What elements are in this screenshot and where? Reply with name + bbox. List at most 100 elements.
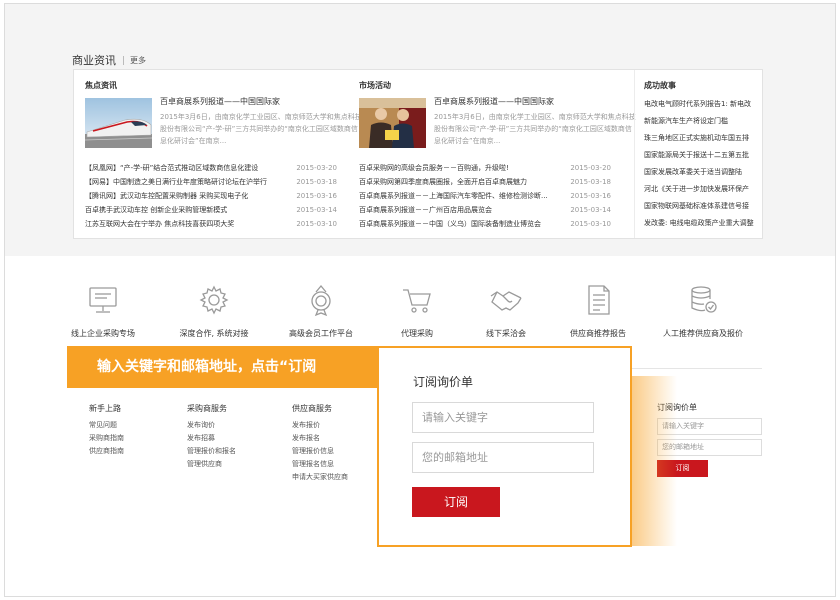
list-item[interactable]: 【凤凰网】“产-学-研”结合范式推动区域数商信息化建设 2015-03-20: [85, 161, 337, 175]
footer-link[interactable]: 发布报名: [292, 432, 348, 445]
news-box: 焦点资讯 百卓商展系列报道——中国国际家 2015年3月6日，由南京化学工业园区…: [73, 69, 763, 239]
item-title[interactable]: 百卓商展系列报道－－广州百店用品展览会: [359, 203, 559, 217]
market-activity-title: 市场活动: [359, 81, 391, 90]
item-date: 2015-03-16: [570, 192, 611, 200]
news-header: 商业资讯 更多: [72, 53, 146, 67]
service-label: 线上企业采购专场: [71, 329, 135, 338]
service-label: 深度合作, 系统对接: [179, 329, 249, 338]
item-title[interactable]: 江苏互联网大会在宁举办 焦点科技喜获四项大奖: [85, 217, 285, 231]
service-manual-recommend[interactable]: 人工推荐供应商及报价: [643, 282, 763, 339]
list-item[interactable]: 百卓商展系列报道－－广州百店用品展览会 2015-03-14: [359, 203, 611, 217]
footer-link[interactable]: 发布报价: [292, 419, 348, 432]
footer-link[interactable]: 管理报价信息: [292, 445, 348, 458]
people-thumbnail[interactable]: [359, 98, 426, 148]
list-item[interactable]: 百卓携手武汉动车控 创新企业采购管理新模式 2015-03-14: [85, 203, 337, 217]
footer-link[interactable]: 管理报价和报名: [187, 445, 236, 458]
item-title[interactable]: 百卓采购网第四季度商展圈报，全面开启百卓商展魅力: [359, 175, 559, 189]
focus-news-title: 焦点资讯: [85, 81, 117, 90]
email-input[interactable]: 您的邮箱地址: [412, 442, 594, 473]
focus-feature-title[interactable]: 百卓商展系列报道——中国国际家: [160, 96, 360, 107]
service-online-procurement[interactable]: 线上企业采购专场: [43, 282, 163, 339]
subscribe-popup: 订阅询价单 请输入关键字 您的邮箱地址 订阅: [377, 346, 632, 547]
success-stories-column: 成功故事 电改电气顾时代系列报告1: 新电改 新能源汽车生产将设定门槛 珠三角地…: [634, 70, 762, 238]
train-thumbnail[interactable]: [85, 98, 152, 148]
keyword-input[interactable]: 请输入关键字: [412, 402, 594, 433]
list-item[interactable]: 百卓商展系列报道－－中国（义乌）国际装备制造业博览会 2015-03-10: [359, 217, 611, 231]
magnify-fade: [632, 376, 677, 546]
news-section: 商业资讯 更多 焦点资讯 百卓商展系列报道——中国国际家 2015年3月6日，由…: [5, 4, 835, 256]
handshake-icon: [488, 282, 524, 318]
list-item[interactable]: 【网易】中国制造之美日满行业年度策略研讨论坛在沪举行 2015-03-18: [85, 175, 337, 189]
list-item[interactable]: 百卓商展系列报道－－上海国际汽车零配件、维修检测诊断... 2015-03-16: [359, 189, 611, 203]
story-item[interactable]: 新能源汽车生产将设定门槛: [644, 113, 762, 130]
item-title[interactable]: 【凤凰网】“产-学-研”结合范式推动区域数商信息化建设: [85, 161, 285, 175]
focus-news-list: 【凤凰网】“产-学-研”结合范式推动区域数商信息化建设 2015-03-20 【网…: [85, 161, 337, 231]
medal-icon: [303, 282, 339, 318]
database-check-icon: [685, 282, 721, 318]
item-title[interactable]: 【腾讯网】武汉动车控配置采购制器 采购买现电子化: [85, 189, 285, 203]
footer-link[interactable]: 采购商指南: [89, 432, 124, 445]
footer-link[interactable]: 申请大买家供应商: [292, 471, 348, 484]
news-section-title: 商业资讯: [72, 54, 116, 67]
market-feature-title[interactable]: 百卓商展系列报道——中国国际家: [434, 96, 634, 107]
footer-link[interactable]: 发布招募: [187, 432, 236, 445]
instruction-text: 输入关键字和邮箱地址，点击“订阅: [97, 359, 317, 375]
success-stories-list: 电改电气顾时代系列报告1: 新电改 新能源汽车生产将设定门槛 珠三角地区正式实施…: [644, 96, 762, 232]
focus-news-column: 焦点资讯 百卓商展系列报道——中国国际家 2015年3月6日，由南京化学工业园区…: [74, 70, 362, 238]
item-date: 2015-03-20: [296, 164, 337, 172]
footer-link[interactable]: 管理供应商: [187, 458, 236, 471]
footer-link[interactable]: 供应商指南: [89, 445, 124, 458]
footer-link[interactable]: 常见问题: [89, 419, 124, 432]
item-title[interactable]: 百卓商展系列报道－－中国（义乌）国际装备制造业博览会: [359, 217, 559, 231]
success-stories-title: 成功故事: [644, 81, 676, 90]
market-activity-column: 市场活动 百卓商展系列报道——中国国际家 2015年3月6日，由南京化学工业园区…: [349, 70, 636, 238]
footer-column-supplier: 供应商服务 发布报价 发布报名 管理报价信息 管理报名信息 申请大买家供应商: [292, 403, 348, 484]
market-activity-list: 百卓采购网的高级会员服务－－百购通，升级啦! 2015-03-20 百卓采购网第四…: [359, 161, 611, 231]
service-supplier-report[interactable]: 供应商推荐报告: [538, 282, 658, 339]
service-label: 供应商推荐报告: [570, 329, 626, 338]
services-row: 线上企业采购专场 深度合作, 系统对接 高级会员工作平台 代理采购 线下采洽会 …: [43, 282, 783, 342]
instruction-banner: 输入关键字和邮箱地址，点击“订阅: [67, 346, 379, 388]
market-feature[interactable]: 百卓商展系列报道——中国国际家 2015年3月6日，由南京化学工业园区、南京师范…: [359, 95, 639, 155]
item-title[interactable]: 【网易】中国制造之美日满行业年度策略研讨论坛在沪举行: [85, 175, 285, 189]
subscribe-button[interactable]: 订阅: [412, 487, 500, 517]
page-frame: 商业资讯 更多 焦点资讯 百卓商展系列报道——中国国际家 2015年3月6日，由…: [4, 3, 836, 597]
item-date: 2015-03-18: [570, 178, 611, 186]
item-date: 2015-03-16: [296, 192, 337, 200]
story-item[interactable]: 珠三角地区正式实施机动车国五排: [644, 130, 762, 147]
item-date: 2015-03-14: [296, 206, 337, 214]
footer-column-title: 供应商服务: [292, 404, 332, 413]
item-date: 2015-03-18: [296, 178, 337, 186]
more-link[interactable]: 更多: [130, 55, 146, 66]
report-icon: [580, 282, 616, 318]
footer-link[interactable]: 发布询价: [187, 419, 236, 432]
list-item[interactable]: 百卓采购网第四季度商展圈报，全面开启百卓商展魅力 2015-03-18: [359, 175, 611, 189]
service-deep-cooperation[interactable]: 深度合作, 系统对接: [154, 282, 274, 339]
gear-icon: [196, 282, 232, 318]
footer-column-newbie: 新手上路 常见问题 采购商指南 供应商指南: [89, 403, 124, 458]
monitor-icon: [85, 282, 121, 318]
story-item[interactable]: 河北《关于进一步加快发展环保产: [644, 181, 762, 198]
item-title[interactable]: 百卓商展系列报道－－上海国际汽车零配件、维修检测诊断...: [359, 189, 559, 203]
item-date: 2015-03-10: [296, 220, 337, 228]
footer-column-title: 采购商服务: [187, 404, 227, 413]
item-title[interactable]: 百卓采购网的高级会员服务－－百购通，升级啦!: [359, 161, 559, 175]
list-item[interactable]: 百卓采购网的高级会员服务－－百购通，升级啦! 2015-03-20: [359, 161, 611, 175]
story-item[interactable]: 国家物联网基础标准体系建信号接: [644, 198, 762, 215]
item-title[interactable]: 百卓携手武汉动车控 创新企业采购管理新模式: [85, 203, 285, 217]
item-date: 2015-03-20: [570, 164, 611, 172]
story-item[interactable]: 发改委: 电线电缆政策产业重大调整: [644, 215, 762, 232]
list-item[interactable]: 【腾讯网】武汉动车控配置采购制器 采购买现电子化 2015-03-16: [85, 189, 337, 203]
cart-icon: [399, 282, 435, 318]
service-label: 人工推荐供应商及报价: [663, 329, 743, 338]
footer-link[interactable]: 管理报名信息: [292, 458, 348, 471]
story-item[interactable]: 电改电气顾时代系列报告1: 新电改: [644, 96, 762, 113]
story-item[interactable]: 国家能源局关于报送十二五第五批: [644, 147, 762, 164]
focus-feature[interactable]: 百卓商展系列报道——中国国际家 2015年3月6日，由南京化学工业园区、南京师范…: [85, 95, 362, 155]
item-date: 2015-03-10: [570, 220, 611, 228]
focus-feature-desc: 2015年3月6日，由南京化学工业园区、南京师范大学和焦点科技股份有限公司“产-…: [160, 113, 362, 145]
popup-title: 订阅询价单: [413, 375, 474, 389]
list-item[interactable]: 江苏互联网大会在宁举办 焦点科技喜获四项大奖 2015-03-10: [85, 217, 337, 231]
story-item[interactable]: 国家发展改革委关于适当调整陆: [644, 164, 762, 181]
footer-column-title: 新手上路: [89, 404, 121, 413]
